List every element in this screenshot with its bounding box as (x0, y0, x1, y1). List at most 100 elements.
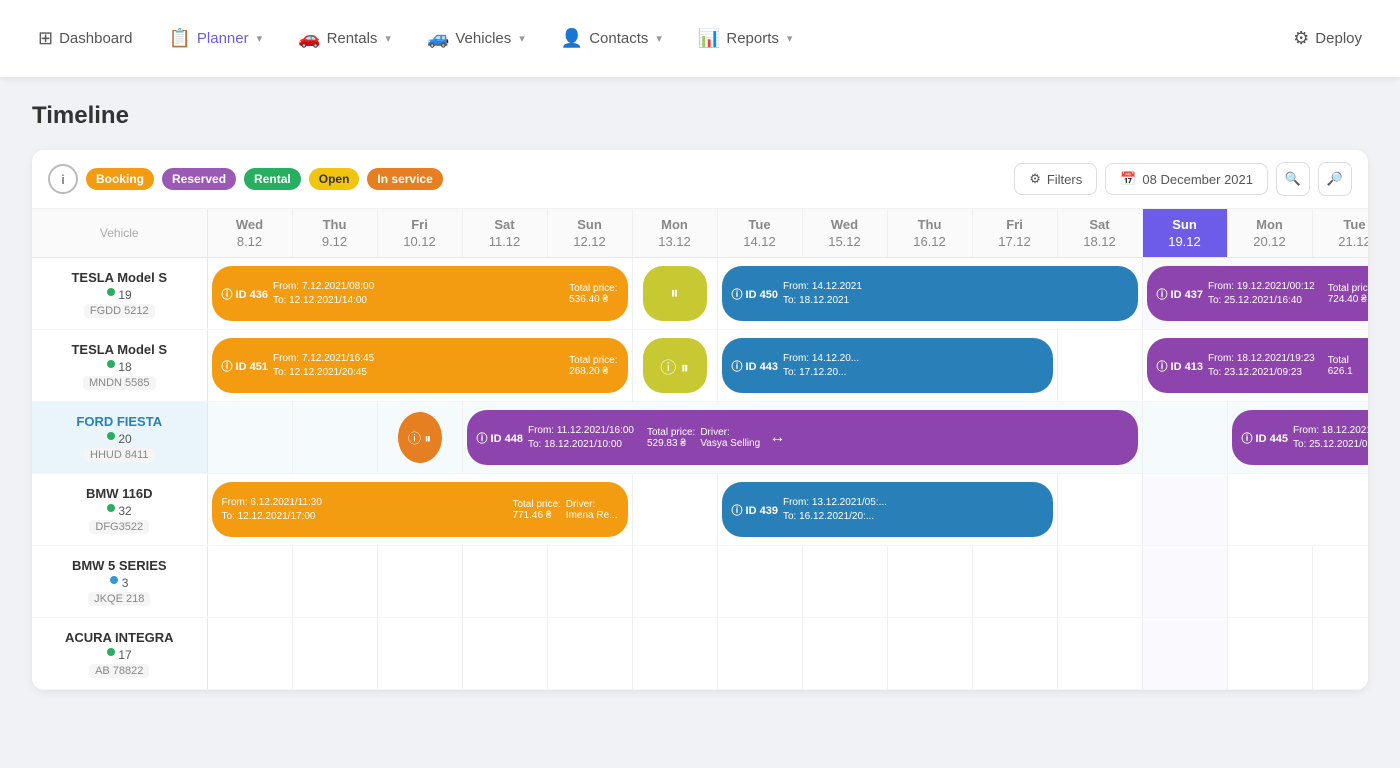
day-cell: From: 6.12.2021/11:30To: 12.12.2021/17:0… (207, 474, 632, 546)
day-cell (292, 618, 377, 690)
chevron-down-icon: ▾ (787, 32, 793, 45)
vehicle-name: BMW 116D (40, 486, 199, 501)
day-cell (802, 546, 887, 618)
vehicles-icon: 🚙 (427, 28, 449, 49)
booking-bar-439[interactable]: ⓘ ID 439 From: 13.12.2021/05:...To: 16.1… (722, 482, 1053, 537)
day-cell: ⓘ ID 439 From: 13.12.2021/05:...To: 16.1… (717, 474, 1057, 546)
vehicle-cell-bmw116d: BMW 116D 32 DFG3522 (32, 474, 207, 546)
pause-bar-2[interactable]: ⓘ ⏸ (643, 338, 707, 393)
badge-reserved: Reserved (162, 168, 236, 190)
booking-bar-448[interactable]: ⓘ ID 448 From: 11.12.2021/16:00To: 18.12… (467, 410, 1138, 465)
day-cell: ⏸ (632, 258, 717, 330)
day-cell (1057, 546, 1142, 618)
col-thu-16: Thu16.12 (887, 209, 972, 258)
table-row: BMW 5 SERIES 3 JKQE 218 (32, 546, 1368, 618)
vehicle-cell-bmw5series: BMW 5 SERIES 3 JKQE 218 (32, 546, 207, 618)
date-picker-button[interactable]: 📅 08 December 2021 (1105, 163, 1268, 195)
contacts-icon: 👤 (561, 28, 583, 49)
day-cell (802, 618, 887, 690)
col-fri-17: Fri17.12 (972, 209, 1057, 258)
col-mon-20: Mon20.12 (1227, 209, 1312, 258)
deploy-icon: ⚙ (1293, 28, 1309, 49)
nav-dashboard[interactable]: ⊞ Dashboard (24, 20, 146, 57)
nav-planner[interactable]: 📋 Planner ▾ (154, 20, 276, 57)
nav-vehicles[interactable]: 🚙 Vehicles ▾ (413, 20, 539, 57)
day-cell: ⓘ ID 413 From: 18.12.2021/19:23To: 23.12… (1142, 330, 1368, 402)
day-cell (717, 618, 802, 690)
search-button-2[interactable]: 🔎 (1318, 162, 1352, 196)
booking-bar-bmw1[interactable]: From: 6.12.2021/11:30To: 12.12.2021/17:0… (212, 482, 628, 537)
booking-bar-437[interactable]: ⓘ ID 437 From: 19.12.2021/00:12To: 25.12… (1147, 266, 1369, 321)
nav-deploy-label: Deploy (1315, 30, 1362, 47)
page-title: Timeline (32, 102, 1368, 130)
badge-booking: Booking (86, 168, 154, 190)
table-row: FORD FIESTA 20 HHUD 8411 ⓘ ⏸ (32, 402, 1368, 474)
day-cell (632, 546, 717, 618)
day-cell (207, 546, 292, 618)
booking-bar-445[interactable]: ⓘ ID 445 From: 18.12.2021/20:51To: 25.12… (1232, 410, 1369, 465)
vehicle-dot (107, 432, 115, 440)
filters-button[interactable]: ⚙ Filters (1014, 163, 1097, 195)
vehicle-name: TESLA Model S (40, 270, 199, 285)
col-sun-19: Sun19.12 (1142, 209, 1227, 258)
day-cell (377, 546, 462, 618)
timeline-toolbar: i Booking Reserved Rental Open In servic… (32, 150, 1368, 209)
col-sat-18: Sat18.12 (1057, 209, 1142, 258)
day-cell (972, 546, 1057, 618)
info-button[interactable]: i (48, 164, 78, 194)
nav-contacts[interactable]: 👤 Contacts ▾ (547, 20, 676, 57)
pause-bar[interactable]: ⏸ (643, 266, 707, 321)
day-cell: ⓘ ID 448 From: 11.12.2021/16:00To: 18.12… (462, 402, 1142, 474)
booking-bar-443[interactable]: ⓘ ID 443 From: 14.12.20...To: 17.12.20..… (722, 338, 1053, 393)
day-cell (547, 546, 632, 618)
day-cell (207, 618, 292, 690)
day-cell-today: ⓘ ID 437 From: 19.12.2021/00:12To: 25.12… (1142, 258, 1368, 330)
vehicle-cell-acura17: ACURA INTEGRA 17 AB 78822 (32, 618, 207, 690)
col-mon-13: Mon13.12 (632, 209, 717, 258)
day-cell (632, 474, 717, 546)
day-cell: ⓘ ID 436 From: 7.12.2021/08:00To: 12.12.… (207, 258, 632, 330)
nav-deploy[interactable]: ⚙ Deploy (1279, 20, 1376, 57)
timeline-grid: Vehicle Wed8.12 Thu9.12 Fri10.12 Sat11.1… (32, 209, 1368, 690)
day-cell (1227, 546, 1312, 618)
table-row: TESLA Model S 19 FGDD 5212 ⓘ ID 436 From… (32, 258, 1368, 330)
vehicle-cell-tesla18: TESLA Model S 18 MNDN 5585 (32, 330, 207, 402)
booking-bar-436[interactable]: ⓘ ID 436 From: 7.12.2021/08:00To: 12.12.… (212, 266, 628, 321)
col-thu-9: Thu9.12 (292, 209, 377, 258)
day-cell-today (1142, 618, 1227, 690)
page-content: Timeline i Booking Reserved Rental Open … (0, 78, 1400, 714)
day-cell: ⓘ ⏸ (632, 330, 717, 402)
search-button[interactable]: 🔍 (1276, 162, 1310, 196)
booking-bar-450[interactable]: ⓘ ID 450 From: 14.12.2021To: 18.12.2021 (722, 266, 1138, 321)
day-cell-today (1142, 402, 1227, 474)
vehicle-dot (110, 576, 118, 584)
booking-bar-451[interactable]: ⓘ ID 451 From: 7.12.2021/16:45To: 12.12.… (212, 338, 628, 393)
filter-icon: ⚙ (1029, 171, 1041, 187)
chevron-down-icon: ▾ (257, 32, 263, 45)
vehicle-cell-ford20: FORD FIESTA 20 HHUD 8411 (32, 402, 207, 474)
table-row: TESLA Model S 18 MNDN 5585 ⓘ ID 451 From… (32, 330, 1368, 402)
nav-dashboard-label: Dashboard (59, 30, 132, 47)
navbar: ⊞ Dashboard 📋 Planner ▾ 🚗 Rentals ▾ 🚙 Ve… (0, 0, 1400, 78)
vehicle-dot (107, 360, 115, 368)
vehicle-plate: AB 78822 (89, 664, 149, 678)
col-fri-10: Fri10.12 (377, 209, 462, 258)
day-cell (1057, 618, 1142, 690)
col-wed-8: Wed8.12 (207, 209, 292, 258)
vehicle-plate: FGDD 5212 (84, 304, 155, 318)
reports-icon: 📊 (698, 28, 720, 49)
vehicle-cell-tesla19: TESLA Model S 19 FGDD 5212 (32, 258, 207, 330)
day-cell (547, 618, 632, 690)
nav-rentals[interactable]: 🚗 Rentals ▾ (284, 20, 405, 57)
vehicle-dot (107, 288, 115, 296)
day-cell (887, 618, 972, 690)
planner-icon: 📋 (168, 28, 190, 49)
day-cell (972, 618, 1057, 690)
day-cell-today (1142, 474, 1227, 546)
nav-reports[interactable]: 📊 Reports ▾ (684, 20, 806, 57)
col-wed-15: Wed15.12 (802, 209, 887, 258)
day-cell (377, 618, 462, 690)
booking-bar-413[interactable]: ⓘ ID 413 From: 18.12.2021/19:23To: 23.12… (1147, 338, 1369, 393)
nav-reports-label: Reports (726, 30, 779, 47)
pause-circle-bar[interactable]: ⓘ ⏸ (398, 412, 442, 463)
